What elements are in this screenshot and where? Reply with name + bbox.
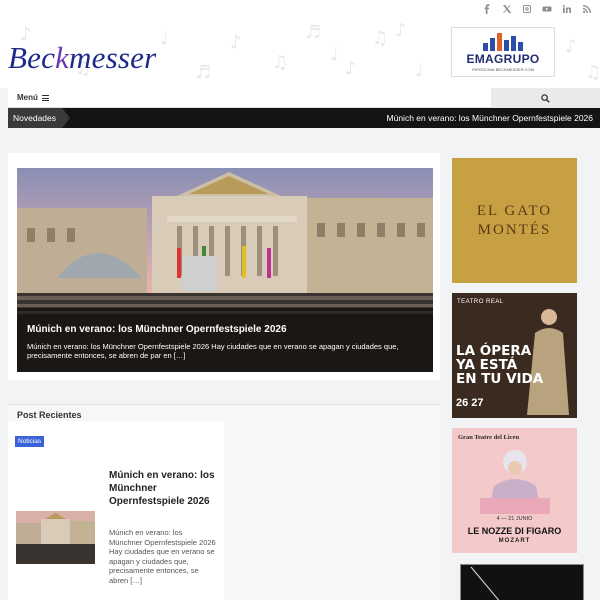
recent-posts-section: Post Recientes Noticias Múnich en verano… (8, 404, 440, 600)
site-header: ♪ ♫ ♩ ♪ ♫ ♬ ♪ ♫ ♩ ♪ ♪ ♫ ♬ ♩ Beckmesser E… (0, 18, 600, 88)
ad-gato-line2: MONTÉS (477, 221, 552, 238)
ad-subtitle: PATROCINA BECKMESSER.COM (472, 66, 534, 72)
ad-el-gato-montes[interactable]: EL GATO MONTÉS (452, 158, 577, 283)
youtube-icon[interactable] (541, 3, 552, 14)
category-badge[interactable]: Noticias (15, 436, 45, 447)
section-title: Post Recientes (17, 410, 82, 420)
x-icon[interactable] (501, 3, 512, 14)
recent-post-item: Noticias Múnich en verano: los Münchner … (8, 421, 224, 600)
post-thumbnail[interactable] (16, 511, 95, 564)
ad-brand: EMAGRUPO (466, 51, 540, 66)
site-logo[interactable]: Beckmesser (8, 40, 156, 76)
hamburger-icon (41, 94, 49, 101)
ad-dark-banner[interactable] (460, 564, 584, 600)
ticker-headline[interactable]: Múnich en verano: los Münchner Opernfest… (387, 113, 593, 123)
post-title[interactable]: Múnich en verano: los Münchner Opernfest… (109, 469, 219, 508)
instagram-icon[interactable] (521, 3, 532, 14)
ad-liceu-dates: 4 — 21 JUNIO (496, 516, 533, 522)
main-nav: Menú (8, 88, 600, 108)
search-icon (541, 93, 550, 103)
social-links (481, 3, 592, 14)
featured-post-card: Múnich en verano: los Münchner Opernfest… (8, 153, 440, 380)
ad-real-org: TEATRO REAL (457, 299, 504, 305)
ad-real-season: 26 27 (456, 397, 484, 409)
header-ad-emagrupo[interactable]: EMAGRUPO PATROCINA BECKMESSER.COM (451, 27, 555, 77)
menu-label: Menú (17, 93, 38, 102)
diagonal-line-graphic (470, 566, 500, 600)
ad-teatro-real[interactable]: TEATRO REAL LA ÓPERA YA ESTÁ EN TU VIDA … (452, 293, 577, 418)
ad-liceu-composer: MOZART (498, 538, 531, 544)
rss-icon[interactable] (581, 3, 592, 14)
ad-liceu-org: Gran Teatre del Liceu (458, 434, 520, 441)
post-excerpt: Múnich en verano: los Münchner Opernfest… (109, 528, 216, 585)
linkedin-icon[interactable] (561, 3, 572, 14)
featured-title[interactable]: Múnich en verano: los Münchner Opernfest… (27, 324, 423, 335)
ad-real-headline: LA ÓPERA YA ESTÁ EN TU VIDA (456, 343, 544, 387)
ad-liceu[interactable]: Gran Teatre del Liceu 4 — 21 JUNIO LE NO… (452, 428, 577, 553)
ad-liceu-opera: LE NOZZE DI FIGARO (467, 526, 562, 536)
figaro-illustration (480, 450, 550, 514)
facebook-icon[interactable] (481, 3, 492, 14)
ticker-label: Novedades (8, 108, 70, 128)
news-ticker: Novedades Múnich en verano: los Münchner… (8, 108, 600, 128)
thumbnail-photo (16, 511, 95, 564)
menu-button[interactable]: Menú (17, 93, 49, 102)
featured-post[interactable]: Múnich en verano: los Münchner Opernfest… (17, 168, 433, 372)
ad-gato-line1: EL GATO (476, 202, 553, 219)
search-button[interactable] (491, 88, 600, 108)
featured-caption: Múnich en verano: los Münchner Opernfest… (17, 308, 433, 372)
building-bars-icon (483, 32, 523, 51)
top-bar (0, 0, 600, 18)
featured-excerpt: Múnich en verano: los Münchner Opernfest… (27, 342, 399, 360)
